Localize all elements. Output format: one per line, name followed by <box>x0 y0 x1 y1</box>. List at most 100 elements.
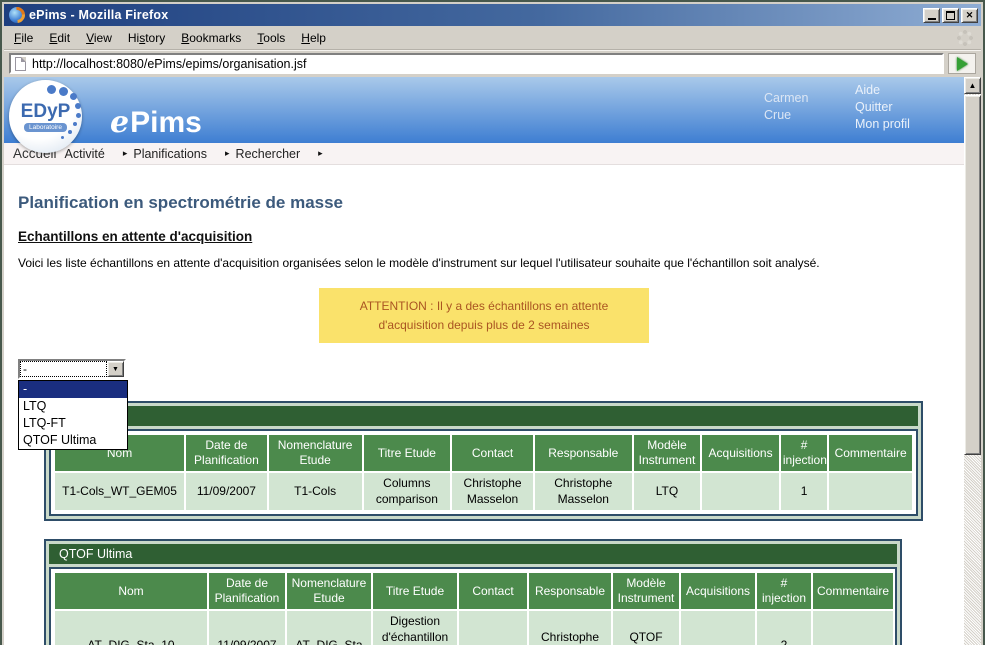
cell-injection: 2 <box>757 611 811 645</box>
vertical-scrollbar[interactable]: ▲ <box>964 77 981 645</box>
table-row: AT_DIG_Sta_10 11/09/2007 AT_DIG_Sta Dige… <box>55 611 893 645</box>
close-button[interactable]: ✕ <box>961 8 978 23</box>
page-content: Planification en spectrométrie de masse … <box>4 193 964 645</box>
scrollbar-thumb[interactable] <box>964 95 981 455</box>
url-bar: http://localhost:8080/ePims/epims/organi… <box>4 50 981 77</box>
logo-subtitle: Laboratoire <box>24 123 67 132</box>
browser-window: ePims - Mozilla Firefox ✕ File Edit View… <box>0 0 985 645</box>
instrument-select-row: - ▼ - LTQ LTQ-FT QTOF Ultima <box>18 359 954 379</box>
main-nav: Accueil Activité ▸ Planifications ▸ Rech… <box>4 143 964 165</box>
minimize-button[interactable] <box>923 8 940 23</box>
page-icon <box>15 57 26 71</box>
option-dash[interactable]: - <box>19 381 127 398</box>
section-title: Echantillons en attente d'acquisition <box>18 229 954 244</box>
col-injection: # injection <box>757 573 811 609</box>
select-value: - <box>20 361 107 377</box>
firefox-icon <box>9 7 25 23</box>
col-date: Date de Planification <box>186 435 267 471</box>
col-commentaire: Commentaire <box>813 573 893 609</box>
throbber-icon <box>957 30 973 46</box>
cell-contact: Christophe Masselon <box>452 473 533 510</box>
cell-acquisitions <box>681 611 755 645</box>
col-acquisitions: Acquisitions <box>702 435 779 471</box>
minimize-icon <box>928 18 936 20</box>
option-qtof-ultima[interactable]: QTOF Ultima <box>19 432 127 449</box>
samples-table-1: Nom Date de Planification Nomenclature E… <box>53 433 914 512</box>
logo-text: EDyP <box>21 102 71 121</box>
link-quitter[interactable]: Quitter <box>855 99 910 116</box>
submenu-arrow-icon: ▸ <box>304 148 325 159</box>
cell-commentaire <box>813 611 893 645</box>
menu-tools[interactable]: Tools <box>249 28 293 48</box>
warning-banner: ATTENTION : Il y a des échantillons en a… <box>319 288 649 343</box>
cell-date: 11/09/2007 <box>186 473 267 510</box>
cell-injection: 1 <box>781 473 827 510</box>
maximize-button[interactable] <box>942 8 959 23</box>
scroll-up-icon: ▲ <box>969 81 977 90</box>
sample-name-link[interactable]: T1-Cols_WT_GEM05 <box>55 473 184 510</box>
chevron-down-icon: ▼ <box>112 366 119 373</box>
submenu-arrow-icon: ▸ <box>109 148 130 159</box>
col-contact: Contact <box>452 435 533 471</box>
submenu-arrow-icon: ▸ <box>211 148 232 159</box>
intro-text: Voici les liste échantillons en attente … <box>18 256 954 270</box>
link-mon-profil[interactable]: Mon profil <box>855 116 910 133</box>
col-acquisitions: Acquisitions <box>681 573 755 609</box>
page-title: Planification en spectrométrie de masse <box>18 193 954 213</box>
scroll-up-button[interactable]: ▲ <box>964 77 981 94</box>
menu-file[interactable]: File <box>6 28 41 48</box>
cell-acquisitions <box>702 473 779 510</box>
url-input[interactable]: http://localhost:8080/ePims/epims/organi… <box>9 53 944 74</box>
nav-planifications[interactable]: Planifications <box>129 147 211 161</box>
site-header: ePims Carmen Crue Aide Quitter Mon profi… <box>4 77 964 143</box>
table-header-row: Nom Date de Planification Nomenclature E… <box>55 435 912 471</box>
nav-rechercher[interactable]: Rechercher <box>232 147 305 161</box>
col-nomenclature: Nomenclature Etude <box>287 573 371 609</box>
instrument-select[interactable]: - ▼ <box>18 359 126 379</box>
select-dropdown-button[interactable]: ▼ <box>107 361 124 377</box>
table-block-qtof-ultima: QTOF Ultima Nom Date de Planification No… <box>44 539 902 645</box>
col-titre: Titre Etude <box>373 573 457 609</box>
col-commentaire: Commentaire <box>829 435 912 471</box>
window-titlebar[interactable]: ePims - Mozilla Firefox ✕ <box>4 4 981 26</box>
go-button[interactable] <box>948 53 976 74</box>
menu-edit[interactable]: Edit <box>41 28 78 48</box>
col-contact: Contact <box>459 573 527 609</box>
maximize-icon <box>946 11 955 20</box>
cell-titre: Digestion d'échantillon total en stackin… <box>373 611 457 645</box>
table-row: T1-Cols_WT_GEM05 11/09/2007 T1-Cols Colu… <box>55 473 912 510</box>
close-icon: ✕ <box>966 10 974 21</box>
col-nomenclature: Nomenclature Etude <box>269 435 362 471</box>
menu-bookmarks[interactable]: Bookmarks <box>173 28 249 48</box>
col-responsable: Responsable <box>529 573 611 609</box>
user-name: Carmen Crue <box>764 90 854 124</box>
edyp-logo: EDyP Laboratoire <box>9 80 82 153</box>
go-arrow-icon <box>957 57 968 71</box>
app-name: ePims <box>110 105 202 140</box>
window-title: ePims - Mozilla Firefox <box>29 8 168 22</box>
cell-nomenclature: T1-Cols <box>269 473 362 510</box>
col-titre: Titre Etude <box>364 435 451 471</box>
url-text: http://localhost:8080/ePims/epims/organi… <box>32 57 306 71</box>
page-viewport: ePims Carmen Crue Aide Quitter Mon profi… <box>4 77 964 645</box>
col-date: Date de Planification <box>209 573 285 609</box>
header-links: Aide Quitter Mon profil <box>855 82 910 133</box>
cell-modele: LTQ <box>634 473 701 510</box>
menu-view[interactable]: View <box>78 28 120 48</box>
col-modele: Modèle Instrument <box>634 435 701 471</box>
col-nom: Nom <box>55 573 207 609</box>
menu-bar: File Edit View History Bookmarks Tools H… <box>4 26 981 50</box>
menu-history[interactable]: History <box>120 28 173 48</box>
col-responsable: Responsable <box>535 435 632 471</box>
cell-titre: Columns comparison <box>364 473 451 510</box>
cell-date: 11/09/2007 <box>209 611 285 645</box>
menu-help[interactable]: Help <box>293 28 334 48</box>
option-ltq-ft[interactable]: LTQ-FT <box>19 415 127 432</box>
table-1-title <box>49 406 918 426</box>
instrument-dropdown-list: - LTQ LTQ-FT QTOF Ultima <box>18 380 128 450</box>
option-ltq[interactable]: LTQ <box>19 398 127 415</box>
nav-activite[interactable]: Activité <box>61 147 109 161</box>
sample-name-link[interactable]: AT_DIG_Sta_10 <box>55 611 207 645</box>
col-injection: # injection <box>781 435 827 471</box>
link-aide[interactable]: Aide <box>855 82 910 99</box>
